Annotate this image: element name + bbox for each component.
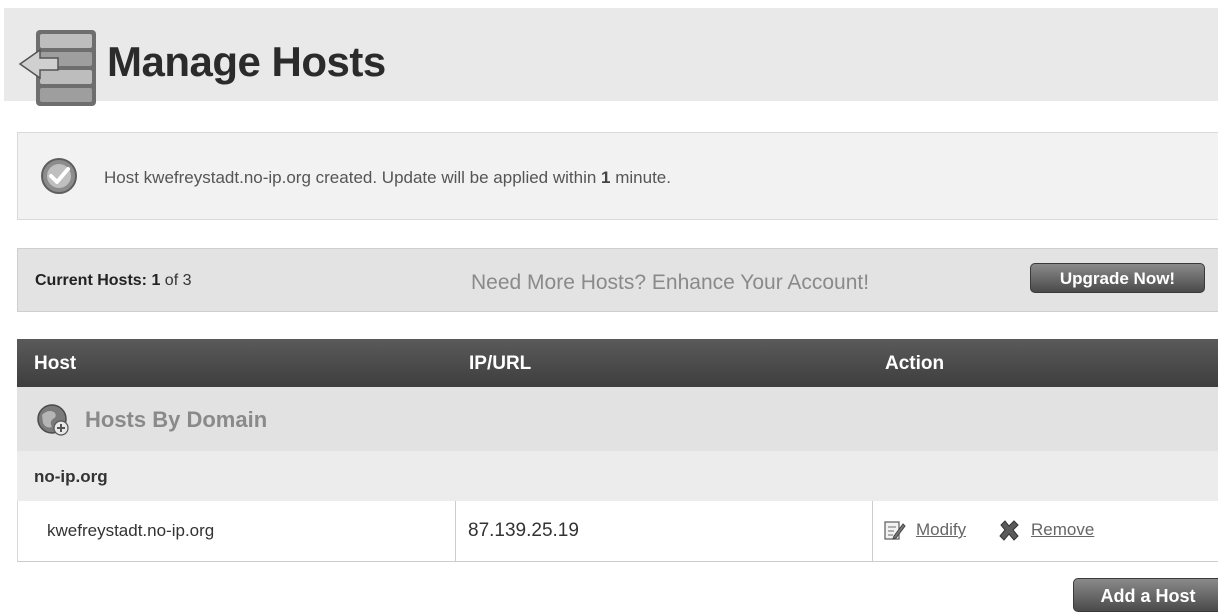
- notice-minutes: 1: [601, 168, 611, 187]
- page-header: Manage Hosts: [4, 8, 1218, 106]
- hosts-by-domain-label: Hosts By Domain: [85, 407, 268, 432]
- globe-add-icon: [37, 404, 69, 436]
- modify-link[interactable]: Modify: [916, 520, 966, 540]
- domain-row: no-ip.org: [17, 451, 1218, 501]
- notice-message: Host kwefreystadt.no-ip.org created. Upd…: [104, 168, 671, 187]
- host-ip: 87.139.25.19: [468, 520, 579, 541]
- domain-label: no-ip.org: [34, 467, 108, 486]
- host-name: kwefreystadt.no-ip.org: [47, 521, 215, 540]
- column-host: Host: [34, 353, 77, 374]
- page-title: Manage Hosts: [107, 38, 386, 85]
- hosts-table: Host IP/URL Action Hosts By Domain no-ip…: [17, 339, 1218, 562]
- remove-link[interactable]: Remove: [1031, 520, 1094, 540]
- current-hosts-count: Current Hosts: 1 of 3: [35, 272, 192, 289]
- upgrade-promo-text: Need More Hosts? Enhance Your Account!: [471, 271, 870, 294]
- upgrade-now-button[interactable]: Upgrade Now!: [1030, 263, 1205, 293]
- server-stack-icon: [18, 30, 96, 106]
- success-notice: Host kwefreystadt.no-ip.org created. Upd…: [17, 132, 1218, 220]
- table-header: Host IP/URL Action: [17, 339, 1218, 387]
- host-count-bar: Current Hosts: 1 of 3 Need More Hosts? E…: [17, 248, 1218, 312]
- edit-note-icon[interactable]: [882, 518, 906, 542]
- cell-divider: [872, 501, 873, 561]
- hosts-by-domain-row: Hosts By Domain: [17, 387, 1218, 451]
- column-action: Action: [885, 353, 945, 374]
- table-row: kwefreystadt.no-ip.org 87.139.25.19 Modi…: [17, 501, 1218, 562]
- check-circle-icon: [41, 158, 77, 194]
- column-ip-url: IP/URL: [469, 353, 532, 374]
- remove-x-icon[interactable]: [997, 519, 1021, 543]
- cell-divider: [455, 501, 456, 561]
